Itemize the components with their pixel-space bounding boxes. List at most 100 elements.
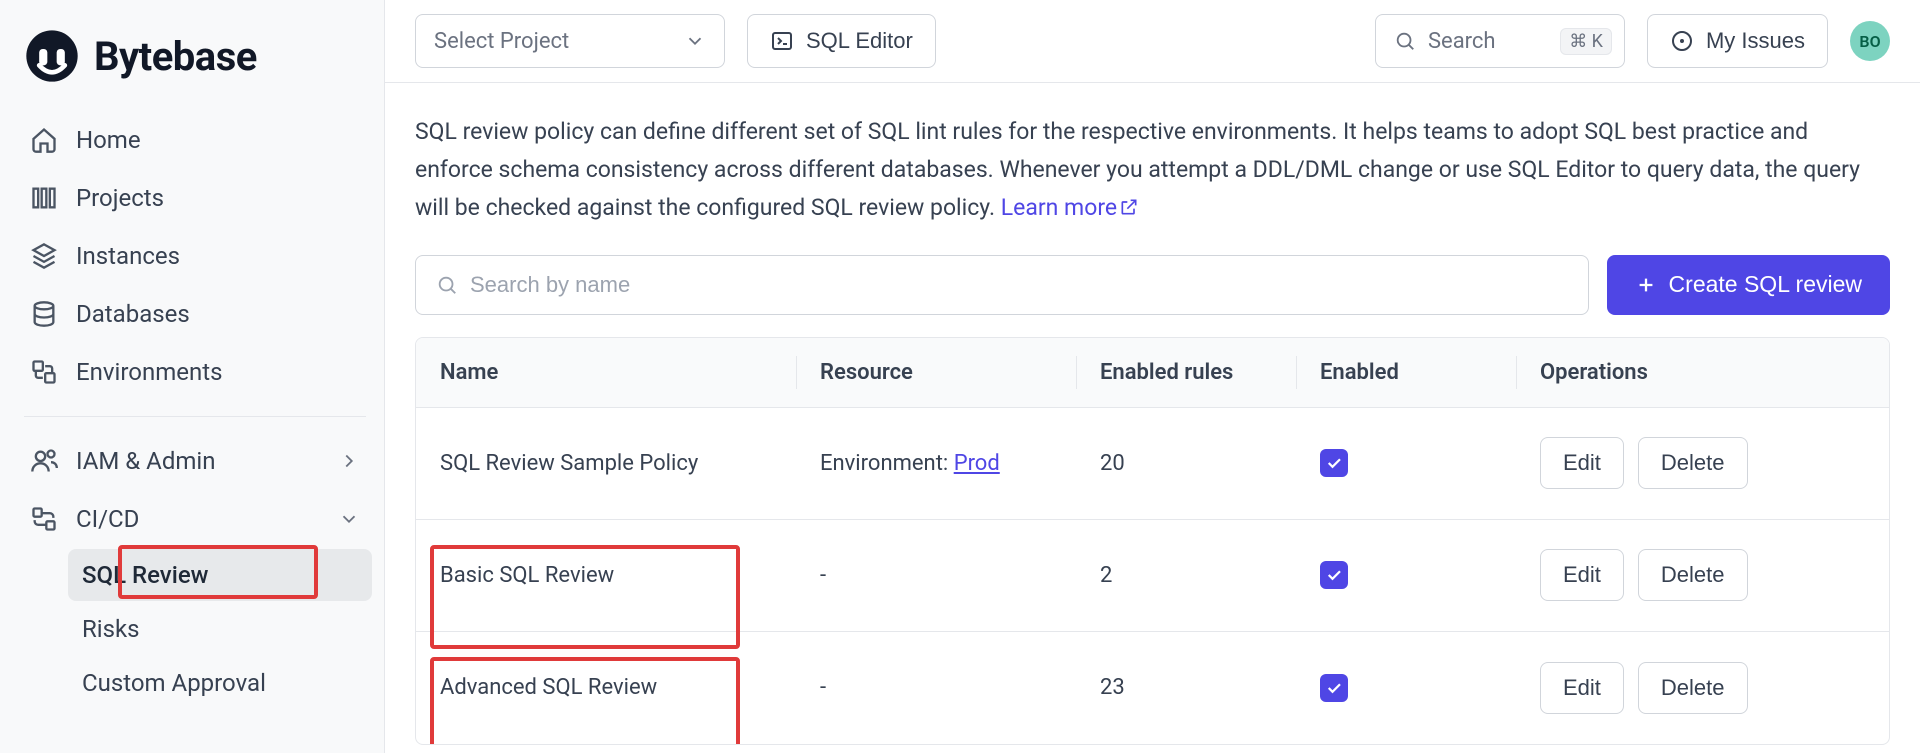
th-resource: Resource bbox=[796, 338, 1076, 407]
enabled-checkbox[interactable] bbox=[1320, 449, 1348, 477]
td-enabled-rules: 2 bbox=[1076, 541, 1296, 610]
sidebar-item-iam-admin[interactable]: IAM & Admin bbox=[18, 433, 372, 489]
edit-button[interactable]: Edit bbox=[1540, 549, 1624, 601]
topbar: Select Project SQL Editor Search ⌘ K My … bbox=[385, 0, 1920, 83]
instances-icon bbox=[30, 242, 58, 270]
create-button-label: Create SQL review bbox=[1669, 271, 1862, 298]
td-resource: - bbox=[796, 653, 1076, 722]
chevron-down-icon bbox=[684, 30, 706, 52]
td-enabled bbox=[1296, 539, 1516, 611]
avatar[interactable]: BO bbox=[1850, 21, 1890, 61]
sidebar-item-projects[interactable]: Projects bbox=[18, 170, 372, 226]
check-icon bbox=[1325, 679, 1343, 697]
nav-divider bbox=[24, 416, 366, 417]
td-resource: - bbox=[796, 541, 1076, 610]
sidebar-item-home[interactable]: Home bbox=[18, 112, 372, 168]
sql-editor-button[interactable]: SQL Editor bbox=[747, 14, 936, 68]
page-description: SQL review policy can define different s… bbox=[415, 113, 1890, 227]
td-enabled bbox=[1296, 652, 1516, 724]
td-name: SQL Review Sample Policy bbox=[416, 429, 796, 498]
th-enabled-rules: Enabled rules bbox=[1076, 338, 1296, 407]
table-row: Basic SQL Review-2 Edit Delete bbox=[416, 520, 1889, 632]
main-content: Select Project SQL Editor Search ⌘ K My … bbox=[385, 0, 1920, 753]
search-icon bbox=[436, 274, 458, 296]
sidebar-subitem-sql-review[interactable]: SQL Review bbox=[68, 549, 372, 601]
sidebar-item-databases[interactable]: Databases bbox=[18, 286, 372, 342]
environments-icon bbox=[30, 358, 58, 386]
highlight-annotation bbox=[430, 657, 740, 745]
td-enabled-rules: 23 bbox=[1076, 653, 1296, 722]
cicd-subnav: SQL Review Risks Custom Approval bbox=[18, 549, 372, 709]
table-row: Advanced SQL Review-23 Edit Delete bbox=[416, 632, 1889, 744]
page-content: SQL review policy can define different s… bbox=[385, 83, 1920, 745]
td-name: Advanced SQL Review bbox=[416, 653, 796, 722]
td-resource: Environment: Prod bbox=[796, 429, 1076, 498]
td-operations: Edit Delete bbox=[1516, 415, 1889, 511]
td-operations: Edit Delete bbox=[1516, 640, 1889, 736]
check-icon bbox=[1325, 454, 1343, 472]
th-operations: Operations bbox=[1516, 338, 1889, 407]
search-icon bbox=[1394, 30, 1416, 52]
edit-button[interactable]: Edit bbox=[1540, 662, 1624, 714]
sidebar-subitem-risks[interactable]: Risks bbox=[68, 603, 372, 655]
sidebar-item-cicd[interactable]: CI/CD bbox=[18, 491, 372, 547]
sidebar-item-label: Instances bbox=[76, 242, 180, 270]
table-header: Name Resource Enabled rules Enabled Oper… bbox=[416, 338, 1889, 408]
search-shortcut: ⌘ K bbox=[1560, 28, 1612, 55]
edit-button[interactable]: Edit bbox=[1540, 437, 1624, 489]
database-icon bbox=[30, 300, 58, 328]
enabled-checkbox[interactable] bbox=[1320, 561, 1348, 589]
bytebase-logo-icon bbox=[24, 28, 80, 84]
primary-nav: Home Projects Instances Databases Enviro… bbox=[18, 112, 372, 709]
subitem-label: Custom Approval bbox=[82, 669, 266, 697]
td-enabled-rules: 20 bbox=[1076, 429, 1296, 498]
avatar-initials: BO bbox=[1859, 32, 1880, 51]
sidebar: Bytebase Home Projects Instances Databas… bbox=[0, 0, 385, 753]
sidebar-item-environments[interactable]: Environments bbox=[18, 344, 372, 400]
check-icon bbox=[1325, 566, 1343, 584]
plus-icon bbox=[1635, 274, 1657, 296]
delete-button[interactable]: Delete bbox=[1638, 437, 1748, 489]
project-selector[interactable]: Select Project bbox=[415, 14, 725, 68]
sidebar-item-label: Projects bbox=[76, 184, 164, 212]
td-operations: Edit Delete bbox=[1516, 527, 1889, 623]
brand-name: Bytebase bbox=[94, 33, 257, 80]
cicd-icon bbox=[30, 505, 58, 533]
name-search-input[interactable] bbox=[470, 272, 1568, 298]
my-issues-button[interactable]: My Issues bbox=[1647, 14, 1828, 68]
home-icon bbox=[30, 126, 58, 154]
sidebar-item-instances[interactable]: Instances bbox=[18, 228, 372, 284]
sidebar-item-label: IAM & Admin bbox=[76, 447, 216, 475]
subitem-label: Risks bbox=[82, 615, 140, 643]
chevron-right-icon bbox=[338, 450, 360, 472]
list-toolbar: Create SQL review bbox=[415, 255, 1890, 315]
resource-link[interactable]: Prod bbox=[954, 451, 1000, 476]
sql-editor-label: SQL Editor bbox=[806, 28, 913, 54]
global-search[interactable]: Search ⌘ K bbox=[1375, 14, 1625, 68]
delete-button[interactable]: Delete bbox=[1638, 662, 1748, 714]
th-enabled: Enabled bbox=[1296, 338, 1516, 407]
learn-more-link[interactable]: Learn more bbox=[1001, 194, 1139, 221]
th-name: Name bbox=[416, 338, 796, 407]
brand-logo[interactable]: Bytebase bbox=[18, 18, 372, 112]
td-name: Basic SQL Review bbox=[416, 541, 796, 610]
subitem-label: SQL Review bbox=[82, 561, 209, 589]
my-issues-label: My Issues bbox=[1706, 28, 1805, 54]
sql-review-table: Name Resource Enabled rules Enabled Oper… bbox=[415, 337, 1890, 745]
delete-button[interactable]: Delete bbox=[1638, 549, 1748, 601]
learn-more-label: Learn more bbox=[1001, 194, 1117, 221]
sidebar-item-label: CI/CD bbox=[76, 505, 139, 533]
table-row: SQL Review Sample PolicyEnvironment: Pro… bbox=[416, 408, 1889, 520]
projects-icon bbox=[30, 184, 58, 212]
create-sql-review-button[interactable]: Create SQL review bbox=[1607, 255, 1890, 315]
search-placeholder: Search bbox=[1428, 29, 1496, 54]
sidebar-item-label: Home bbox=[76, 126, 141, 154]
enabled-checkbox[interactable] bbox=[1320, 674, 1348, 702]
name-search-box[interactable] bbox=[415, 255, 1589, 315]
terminal-icon bbox=[770, 29, 794, 53]
project-selector-label: Select Project bbox=[434, 29, 569, 54]
users-icon bbox=[30, 447, 58, 475]
sidebar-subitem-custom-approval[interactable]: Custom Approval bbox=[68, 657, 372, 709]
td-enabled bbox=[1296, 427, 1516, 499]
sidebar-item-label: Environments bbox=[76, 358, 222, 386]
